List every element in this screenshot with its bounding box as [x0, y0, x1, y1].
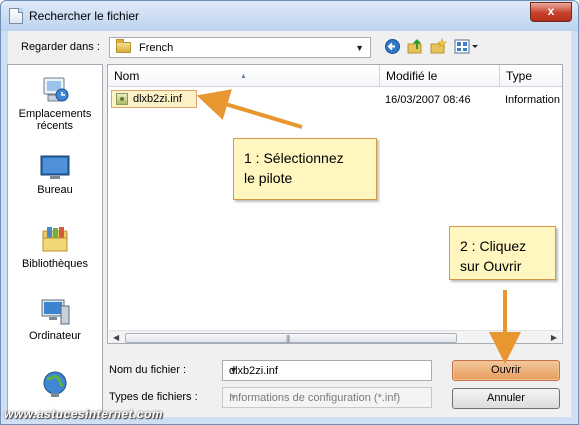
back-icon[interactable] [384, 38, 401, 55]
document-icon [9, 8, 23, 24]
recent-places-icon [43, 77, 69, 102]
place-label: Emplacements récents [18, 108, 92, 132]
filetype-label: Types de fichiers : [109, 391, 198, 403]
watermark: www.astucesinternet.com [4, 407, 164, 421]
file-list: Nom ▲ Modifié le Type dlxb2zi.inf 16/03/… [107, 64, 563, 344]
filename-label: Nom du fichier : [109, 364, 187, 376]
callout-text: le pilote [244, 170, 293, 186]
close-button[interactable]: x [530, 2, 572, 22]
callout-text: 2 : Cliquez [460, 238, 527, 254]
callout-text: sur Ouvrir [460, 258, 522, 274]
column-header-type[interactable]: Type [500, 65, 562, 87]
column-header-name[interactable]: Nom ▲ [108, 65, 380, 87]
place-label: Bureau [37, 184, 73, 196]
computer-icon [41, 299, 70, 325]
place-label: Ordinateur [29, 330, 81, 342]
place-network[interactable] [8, 369, 102, 402]
scroll-right-icon[interactable]: ▶ [551, 333, 557, 342]
file-name: dlxb2zi.inf [133, 93, 182, 105]
filetype-select[interactable]: Informations de configuration (*.inf) ▼ [222, 387, 432, 408]
setup-info-file-icon [116, 93, 128, 105]
look-in-label: Regarder dans : [21, 41, 100, 53]
scroll-left-icon[interactable]: ◀ [113, 333, 119, 342]
folder-icon [116, 39, 131, 53]
file-type: Information [505, 94, 561, 106]
place-label: Bibliothèques [21, 258, 89, 270]
libraries-icon [42, 227, 68, 252]
grip-icon: ||| [286, 334, 290, 343]
place-libraries[interactable]: Bibliothèques [8, 225, 102, 270]
scrollbar-thumb[interactable]: ||| [125, 333, 457, 343]
up-folder-icon[interactable] [407, 38, 424, 55]
new-folder-icon[interactable] [430, 38, 447, 55]
desktop-icon [40, 155, 70, 179]
sort-ascending-icon: ▲ [240, 73, 247, 80]
chevron-down-icon: ▼ [229, 365, 238, 375]
chevron-down-icon: ▼ [229, 392, 238, 402]
callout-step-1: 1 : Sélectionnez le pilote [233, 138, 377, 200]
look-in-dropdown[interactable]: French ▼ [109, 37, 371, 58]
chevron-down-icon: ▼ [355, 43, 364, 53]
window-title: Rechercher le fichier [29, 9, 140, 23]
look-in-value: French [139, 42, 174, 54]
place-computer[interactable]: Ordinateur [8, 297, 102, 342]
title-bar[interactable]: Rechercher le fichier x [1, 1, 578, 31]
places-bar: Emplacements récents Bureau Bibliothèque… [7, 64, 103, 416]
callout-step-2: 2 : Cliquez sur Ouvrir [449, 226, 556, 280]
view-menu-icon[interactable] [454, 38, 480, 55]
open-button[interactable]: Ouvrir [452, 360, 560, 381]
network-icon [43, 371, 67, 397]
filename-combo[interactable]: dlxb2zi.inf ▼ [222, 360, 432, 381]
cancel-button[interactable]: Annuler [452, 388, 560, 409]
place-desktop[interactable]: Bureau [8, 153, 102, 196]
file-item-selected[interactable]: dlxb2zi.inf [111, 90, 197, 108]
callout-text: 1 : Sélectionnez [244, 150, 344, 166]
place-recent[interactable]: Emplacements récents [8, 75, 102, 132]
file-modified-date: 16/03/2007 08:46 [385, 94, 471, 106]
column-header-modified[interactable]: Modifié le [380, 65, 500, 87]
horizontal-scrollbar[interactable]: ◀ ||| ▶ [109, 330, 561, 343]
